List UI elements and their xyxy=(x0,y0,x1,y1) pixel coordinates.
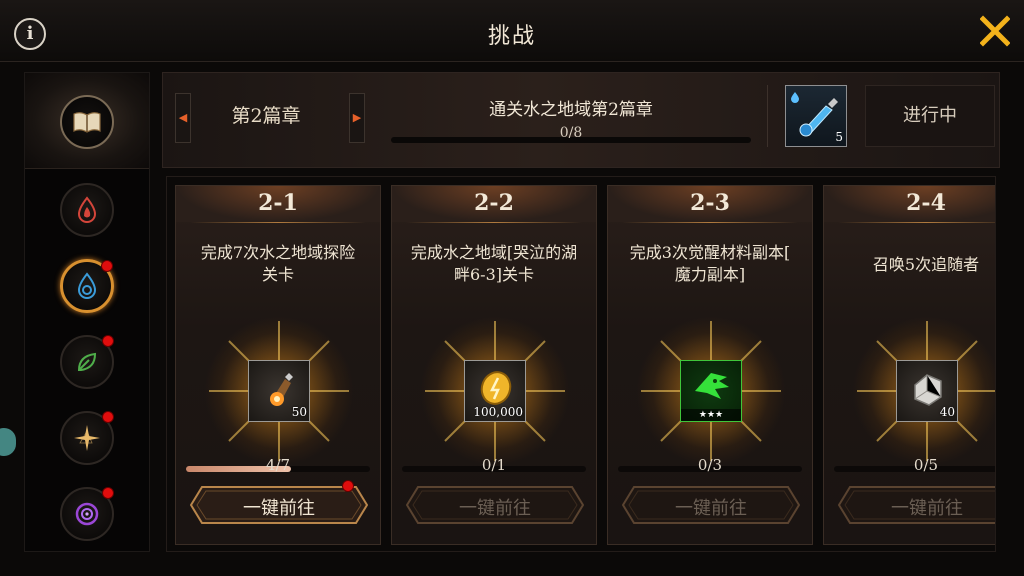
mission-id: 2-2 xyxy=(392,186,596,222)
chapter-status: 进行中 xyxy=(865,85,995,147)
notification-badge xyxy=(102,411,114,423)
chapter-goal: 通关水之地域第2篇章 xyxy=(489,100,653,120)
divider xyxy=(622,222,798,223)
mission-description: 召唤5次追随者 xyxy=(836,254,995,276)
mission-progress-text: 0/3 xyxy=(697,456,723,474)
next-chapter-button[interactable]: ▶ xyxy=(349,93,365,143)
top-bar: i 挑战 xyxy=(0,0,1024,62)
mission-description-line: 完成7次水之地域探险 xyxy=(200,243,356,262)
sidebar-item-fire[interactable] xyxy=(60,183,114,237)
sidebar-item-dark[interactable] xyxy=(60,487,114,541)
chapter-reward-item[interactable]: 5 xyxy=(785,85,847,147)
mission-id: 2-4 xyxy=(824,186,995,222)
sidebar-item-water[interactable] xyxy=(60,259,114,313)
reward-item[interactable]: 100,000 xyxy=(464,360,526,422)
divider xyxy=(190,222,366,223)
sidebar-item-book[interactable] xyxy=(25,73,149,169)
mission-id: 2-3 xyxy=(608,186,812,222)
fire-drop-icon xyxy=(77,196,97,223)
page-title: 挑战 xyxy=(487,24,536,49)
go-button-label: 一键前往 xyxy=(675,498,747,519)
leaf-icon xyxy=(77,352,97,371)
prev-chapter-button[interactable]: ◀ xyxy=(175,93,191,143)
divider xyxy=(838,222,995,223)
reward-item[interactable]: 40 xyxy=(896,360,958,422)
swirl-icon xyxy=(75,502,99,526)
notification-badge xyxy=(342,480,354,492)
star-burst-icon xyxy=(74,425,100,451)
element-sidebar xyxy=(24,72,150,552)
reward-quantity: 5 xyxy=(835,130,843,144)
sidebar-item-leaf[interactable] xyxy=(60,335,114,389)
mission-card: 2-1 完成7次水之地域探险 关卡 50 4/7 一键前往 xyxy=(175,185,381,545)
notification-badge xyxy=(102,335,114,347)
mission-card: 2-3 完成3次觉醒材料副本[ 魔力副本] ★★★ 0/3 一键前往 xyxy=(607,185,813,545)
mission-description: 完成水之地域[哭泣的湖 畔6-3]关卡 xyxy=(404,242,584,286)
mission-card: 2-2 完成水之地域[哭泣的湖 畔6-3]关卡 100,000 0/1 一键前往 xyxy=(391,185,597,545)
notification-badge xyxy=(101,260,113,272)
mission-id: 2-1 xyxy=(176,186,380,222)
green-rune-icon xyxy=(695,373,729,399)
sidebar-item-light[interactable] xyxy=(60,411,114,465)
mission-progress-text: 0/1 xyxy=(481,456,507,474)
mission-progress-text: 0/5 xyxy=(913,456,939,474)
mission-description-line: 畔6-3]关卡 xyxy=(453,265,534,284)
floating-assistant-handle[interactable] xyxy=(0,428,16,456)
go-button-label: 一键前往 xyxy=(243,498,315,519)
mission-description-line: 完成3次觉醒材料副本[ xyxy=(629,243,791,262)
mission-card: 2-4 召唤5次追随者 40 0/5 一键前往 xyxy=(823,185,995,545)
reward-quantity: 40 xyxy=(939,405,955,419)
mission-description-line: 召唤5次追随者 xyxy=(872,255,980,274)
water-drop-icon xyxy=(77,272,97,299)
mission-description-line: 魔力副本] xyxy=(674,265,746,284)
book-icon xyxy=(60,95,114,149)
chapter-name: 第2篇章 xyxy=(231,105,301,127)
chapter-header: ◀ 第2篇章 ▶ 通关水之地域第2篇章 0/8 5 进行中 xyxy=(162,72,1000,168)
reward-item[interactable]: 50 xyxy=(248,360,310,422)
mission-description-line: 关卡 xyxy=(261,265,294,284)
close-icon[interactable] xyxy=(979,14,1011,48)
go-button-label: 一键前往 xyxy=(459,498,531,519)
divider xyxy=(767,85,768,147)
mission-description: 完成3次觉醒材料副本[ 魔力副本] xyxy=(620,242,800,286)
mission-cards: 2-1 完成7次水之地域探险 关卡 50 4/7 一键前往 2-2 完成水之地域… xyxy=(166,176,996,552)
go-button-label: 一键前往 xyxy=(891,498,963,519)
notification-badge xyxy=(102,487,114,499)
chapter-progress-text: 0/8 xyxy=(559,125,583,141)
reward-quantity: 100,000 xyxy=(473,405,523,419)
mission-progress-text: 4/7 xyxy=(265,456,291,474)
mission-description: 完成7次水之地域探险 关卡 xyxy=(188,242,368,286)
mission-description-line: 完成水之地域[哭泣的湖 xyxy=(410,243,578,262)
reward-quantity: 50 xyxy=(291,405,307,419)
go-button[interactable]: 一键前往 xyxy=(622,486,800,524)
divider xyxy=(406,222,582,223)
go-button[interactable]: 一键前往 xyxy=(406,486,584,524)
reward-item[interactable]: ★★★ xyxy=(680,360,742,422)
go-button[interactable]: 一键前往 xyxy=(190,480,368,524)
go-button[interactable]: 一键前往 xyxy=(838,486,995,524)
item-rarity-stars: ★★★ xyxy=(681,409,741,421)
